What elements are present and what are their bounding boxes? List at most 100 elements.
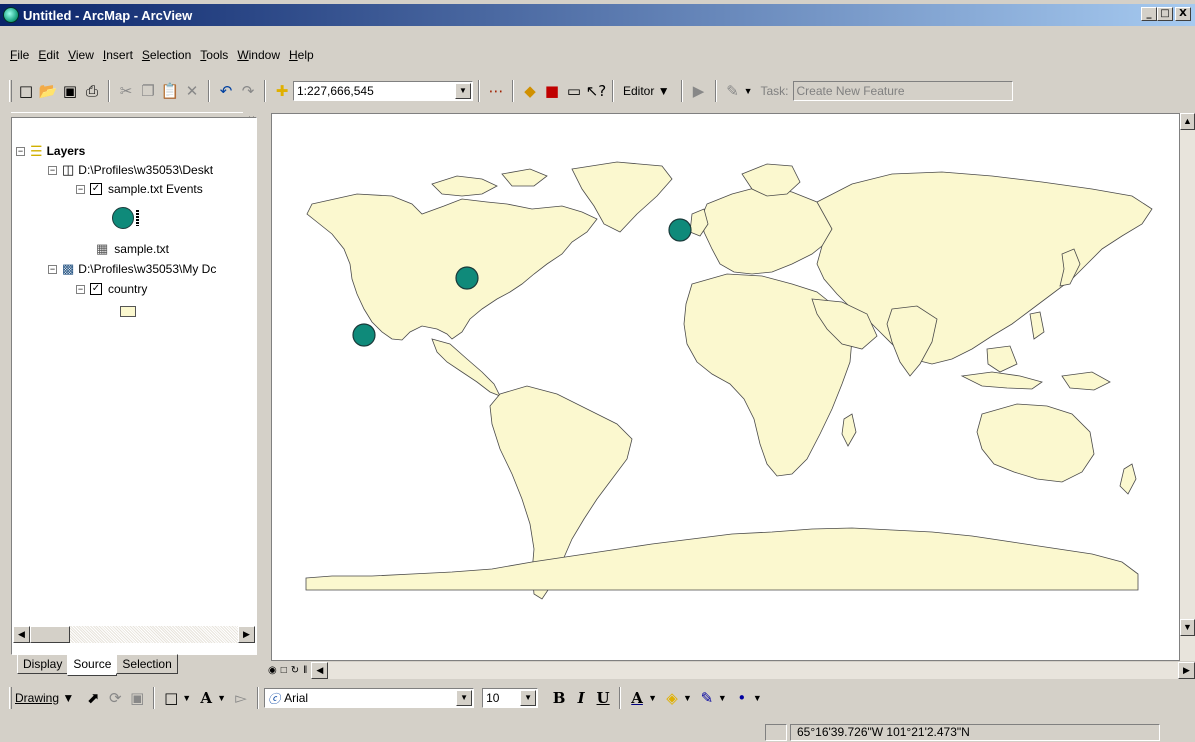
edit-tool-icon[interactable]: ▶: [688, 80, 710, 102]
font-combo[interactable]: ⓒ Arial ▼: [264, 688, 475, 708]
scroll-right-icon[interactable]: ▶: [238, 626, 255, 643]
pause-icon[interactable]: ‖: [303, 665, 307, 676]
fill-color-icon[interactable]: ◈: [661, 687, 683, 709]
map-scale-combo[interactable]: 1:227,666,545 ▼: [293, 81, 473, 101]
cut-icon[interactable]: ✂: [115, 80, 137, 102]
delete-icon[interactable]: ✕: [181, 80, 203, 102]
chevron-down-icon[interactable]: ▼: [520, 690, 537, 706]
tab-display[interactable]: Display: [17, 654, 69, 674]
font-size-combo[interactable]: 10 ▼: [482, 688, 539, 708]
marker-color-dropdown-icon[interactable]: ▼: [753, 693, 762, 703]
toolbar-grip[interactable]: [9, 687, 12, 709]
fill-color-dropdown-icon[interactable]: ▼: [683, 693, 692, 703]
layer-row-events[interactable]: − ✓ sample.txt Events: [76, 180, 203, 198]
layers-row[interactable]: − ☰ Layers: [16, 142, 85, 160]
collapse-icon[interactable]: −: [48, 165, 57, 175]
marker-color-icon[interactable]: •: [731, 687, 753, 709]
menu-help[interactable]: Help: [289, 48, 314, 62]
sketch-dropdown-icon[interactable]: ▼: [744, 86, 753, 96]
text-icon[interactable]: A: [195, 687, 217, 709]
arccatalog-icon[interactable]: ◆: [519, 80, 541, 102]
central-america: [431, 338, 501, 397]
edit-vertices-icon[interactable]: ▻: [230, 687, 252, 709]
tab-selection[interactable]: Selection: [116, 654, 178, 674]
menu-edit[interactable]: Edit: [38, 48, 59, 62]
menu-insert[interactable]: Insert: [103, 48, 133, 62]
select-elements-icon[interactable]: ⬈: [82, 687, 104, 709]
bold-button[interactable]: B: [548, 687, 570, 709]
map-display[interactable]: [271, 113, 1180, 661]
menu-file[interactable]: File: [10, 48, 29, 62]
chevron-down-icon[interactable]: ▼: [455, 83, 471, 99]
editor-toolbar-icon[interactable]: ⋯: [485, 80, 507, 102]
view-toggle: ◉ □ ↻ ‖: [264, 662, 312, 679]
save-icon[interactable]: ▣: [59, 80, 81, 102]
scroll-left-icon[interactable]: ◀: [311, 662, 329, 679]
scroll-thumb[interactable]: [30, 626, 70, 643]
data-view-icon[interactable]: ◉: [268, 665, 277, 676]
menu-selection[interactable]: Selection: [142, 48, 191, 62]
layout-view-icon[interactable]: □: [281, 665, 287, 676]
open-folder-icon[interactable]: 📂: [37, 80, 59, 102]
minimize-button[interactable]: _: [1141, 7, 1157, 21]
separator: [264, 80, 266, 102]
layer-visibility-checkbox[interactable]: ✓: [90, 183, 102, 195]
arctoolbox-icon[interactable]: ■: [541, 80, 563, 102]
maximize-button[interactable]: □: [1157, 7, 1173, 21]
command-line-icon[interactable]: ▭: [563, 80, 585, 102]
underline-button[interactable]: U: [592, 687, 614, 709]
menu-tools[interactable]: Tools: [200, 48, 228, 62]
drawing-menu[interactable]: Drawing ▼: [15, 691, 74, 705]
arcmap-window: Untitled - ArcMap - ArcView _ □ X File E…: [0, 0, 1195, 742]
line-color-dropdown-icon[interactable]: ▼: [718, 693, 727, 703]
events-symbol[interactable]: [112, 206, 139, 230]
map-vertical-scrollbar[interactable]: ▲ ▼: [1180, 113, 1195, 661]
new-document-icon[interactable]: □: [15, 80, 37, 102]
scroll-right-icon[interactable]: ▶: [1178, 662, 1195, 679]
separator: [612, 80, 614, 102]
layer-row-country[interactable]: − ✓ country: [76, 280, 147, 298]
source-row-2[interactable]: − ▩ D:\Profiles\w35053\My Dc: [48, 260, 216, 278]
menu-view[interactable]: View: [68, 48, 94, 62]
whats-this-icon[interactable]: ↖?: [585, 80, 607, 102]
scroll-down-icon[interactable]: ▼: [1180, 619, 1195, 636]
title-bar[interactable]: Untitled - ArcMap - ArcView _ □ X: [0, 4, 1195, 26]
sketch-tool-icon[interactable]: ✎: [722, 80, 744, 102]
font-color-dropdown-icon[interactable]: ▼: [648, 693, 657, 703]
scroll-left-icon[interactable]: ◀: [13, 626, 30, 643]
scroll-track[interactable]: [70, 626, 238, 643]
font-color-icon[interactable]: A: [626, 687, 648, 709]
rectangle-icon[interactable]: □: [160, 687, 182, 709]
collapse-icon[interactable]: −: [76, 284, 85, 294]
line-color-icon[interactable]: ✎: [696, 687, 718, 709]
collapse-icon[interactable]: −: [76, 184, 85, 194]
menu-window[interactable]: Window: [237, 48, 280, 62]
map-horizontal-scrollbar[interactable]: ◉ □ ↻ ‖ ◀ ▶: [264, 662, 1195, 679]
paste-icon[interactable]: 📋: [159, 80, 181, 102]
task-combo[interactable]: Create New Feature: [792, 81, 1013, 101]
toolbar-grip[interactable]: [9, 80, 12, 102]
layer-visibility-checkbox[interactable]: ✓: [90, 283, 102, 295]
text-dropdown-icon[interactable]: ▼: [217, 693, 226, 703]
rotate-icon[interactable]: ⟳: [104, 687, 126, 709]
table-row-sample[interactable]: ▦ sample.txt: [96, 240, 169, 258]
add-data-icon[interactable]: ✚: [271, 80, 293, 102]
redo-icon[interactable]: ↷: [237, 80, 259, 102]
print-icon[interactable]: ⎙: [81, 80, 103, 102]
undo-icon[interactable]: ↶: [215, 80, 237, 102]
country-symbol[interactable]: [120, 302, 136, 320]
copy-icon[interactable]: ❐: [137, 80, 159, 102]
collapse-icon[interactable]: −: [16, 146, 25, 156]
tab-source[interactable]: Source: [67, 654, 118, 676]
rectangle-dropdown-icon[interactable]: ▼: [182, 693, 191, 703]
refresh-icon[interactable]: ↻: [291, 665, 299, 676]
editor-menu[interactable]: Editor ▼: [623, 84, 670, 98]
chevron-down-icon[interactable]: ▼: [456, 690, 473, 706]
source-row-1[interactable]: − ◫ D:\Profiles\w35053\Deskt: [48, 161, 213, 179]
toc-horizontal-scrollbar[interactable]: ◀ ▶: [13, 626, 255, 643]
collapse-icon[interactable]: −: [48, 264, 57, 274]
italic-button[interactable]: I: [570, 687, 592, 709]
scroll-up-icon[interactable]: ▲: [1180, 113, 1195, 130]
zoom-whole-page-icon[interactable]: ▣: [126, 687, 148, 709]
close-button[interactable]: X: [1175, 7, 1191, 21]
